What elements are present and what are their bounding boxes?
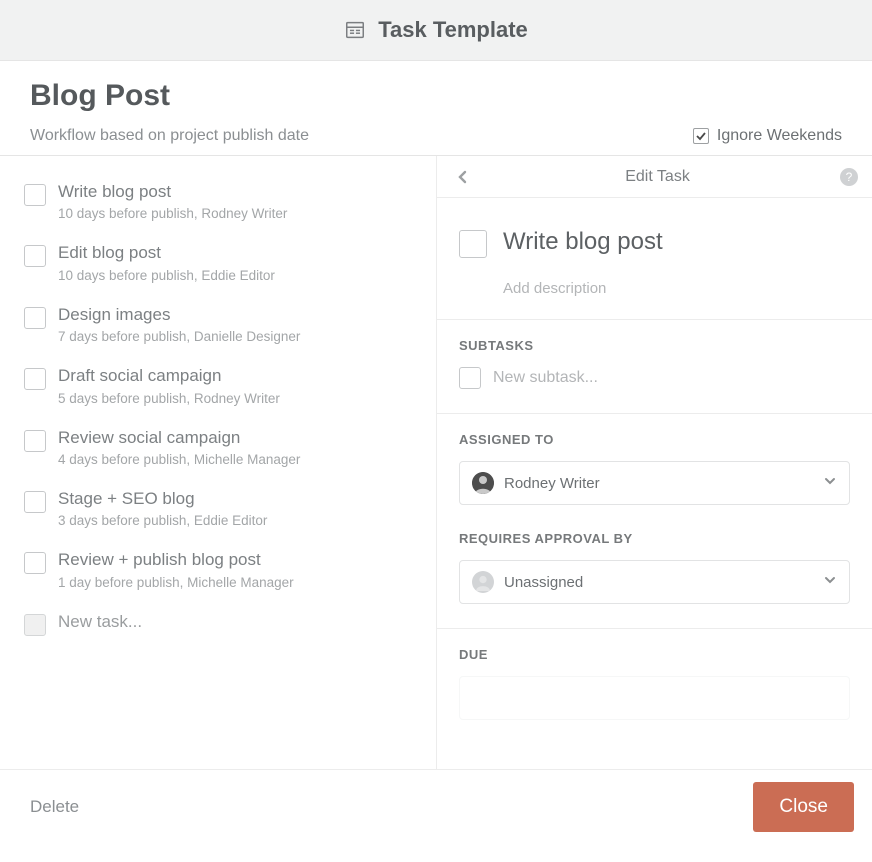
close-button[interactable]: Close	[753, 782, 854, 832]
task-checkbox[interactable]	[24, 491, 46, 513]
due-heading: DUE	[459, 647, 850, 662]
task-title[interactable]: Write blog post	[58, 182, 287, 202]
chevron-down-icon	[823, 474, 837, 493]
modal-footer: Delete Close	[0, 769, 872, 844]
assign-section: ASSIGNED TO Rodney Writer REQUIRES APPRO…	[437, 414, 872, 629]
task-checkbox[interactable]	[24, 245, 46, 267]
task-subtitle: 1 day before publish, Michelle Manager	[58, 575, 294, 590]
back-button[interactable]	[451, 165, 475, 189]
workarea: Write blog post 10 days before publish, …	[0, 155, 872, 769]
task-row[interactable]: Design images 7 days before publish, Dan…	[24, 297, 426, 358]
task-subtitle: 7 days before publish, Danielle Designer	[58, 329, 300, 344]
new-subtask-row[interactable]: New subtask...	[459, 367, 850, 389]
task-title[interactable]: Edit blog post	[58, 243, 275, 263]
assigned-to-heading: ASSIGNED TO	[459, 432, 850, 447]
subtasks-section: SUBTASKS New subtask...	[437, 320, 872, 414]
requires-approval-select[interactable]: Unassigned	[459, 560, 850, 604]
modal-topbar: Task Template	[0, 0, 872, 61]
template-icon	[344, 19, 366, 41]
new-subtask-placeholder[interactable]: New subtask...	[493, 369, 598, 387]
task-main-section: Write blog post Add description	[437, 198, 872, 320]
task-row[interactable]: Draft social campaign 5 days before publ…	[24, 358, 426, 419]
task-title[interactable]: Review social campaign	[58, 428, 300, 448]
new-task-placeholder[interactable]: New task...	[58, 612, 142, 632]
task-row[interactable]: Write blog post 10 days before publish, …	[24, 174, 426, 235]
task-checkbox[interactable]	[24, 430, 46, 452]
task-checkbox[interactable]	[24, 307, 46, 329]
task-subtitle: 10 days before publish, Eddie Editor	[58, 268, 275, 283]
task-checkbox[interactable]	[24, 368, 46, 390]
assigned-to-select[interactable]: Rodney Writer	[459, 461, 850, 505]
due-section: DUE	[437, 629, 872, 744]
subtask-checkbox	[459, 367, 481, 389]
avatar	[472, 571, 494, 593]
ignore-weekends-toggle[interactable]: Ignore Weekends	[693, 127, 842, 145]
requires-approval-name: Unassigned	[504, 574, 823, 591]
requires-approval-heading: REQUIRES APPROVAL BY	[459, 531, 850, 546]
task-title[interactable]: Review + publish blog post	[58, 550, 294, 570]
task-complete-checkbox[interactable]	[459, 230, 487, 258]
edit-task-panel[interactable]: Edit Task ? Write blog post Add descript…	[436, 156, 872, 769]
modal-title: Task Template	[378, 17, 528, 43]
task-row[interactable]: Stage + SEO blog 3 days before publish, …	[24, 481, 426, 542]
task-subtitle: 5 days before publish, Rodney Writer	[58, 391, 280, 406]
task-checkbox[interactable]	[24, 552, 46, 574]
task-subtitle: 10 days before publish, Rodney Writer	[58, 206, 287, 221]
edit-task-header-label: Edit Task	[485, 168, 830, 186]
task-description-field[interactable]: Add description	[503, 280, 850, 297]
task-title[interactable]: Stage + SEO blog	[58, 489, 267, 509]
ignore-weekends-checkbox[interactable]	[693, 128, 709, 144]
template-subtitle: Workflow based on project publish date	[30, 127, 309, 145]
task-row[interactable]: Review + publish blog post 1 day before …	[24, 542, 426, 603]
task-subtitle: 4 days before publish, Michelle Manager	[58, 452, 300, 467]
assigned-to-name: Rodney Writer	[504, 475, 823, 492]
task-checkbox	[24, 614, 46, 636]
help-icon[interactable]: ?	[840, 168, 858, 186]
template-name[interactable]: Blog Post	[30, 79, 842, 113]
due-select[interactable]	[459, 676, 850, 720]
avatar	[472, 472, 494, 494]
new-task-row[interactable]: New task...	[24, 604, 426, 650]
delete-button[interactable]: Delete	[30, 797, 79, 817]
subtasks-heading: SUBTASKS	[459, 338, 850, 353]
task-title-field[interactable]: Write blog post	[503, 228, 663, 256]
task-title[interactable]: Design images	[58, 305, 300, 325]
task-checkbox[interactable]	[24, 184, 46, 206]
task-list-panel[interactable]: Write blog post 10 days before publish, …	[0, 156, 436, 769]
ignore-weekends-label: Ignore Weekends	[717, 127, 842, 145]
template-header: Blog Post Workflow based on project publ…	[0, 61, 872, 155]
task-row[interactable]: Review social campaign 4 days before pub…	[24, 420, 426, 481]
edit-task-header: Edit Task ?	[437, 156, 872, 198]
chevron-down-icon	[823, 573, 837, 592]
task-title[interactable]: Draft social campaign	[58, 366, 280, 386]
task-row[interactable]: Edit blog post 10 days before publish, E…	[24, 235, 426, 296]
task-subtitle: 3 days before publish, Eddie Editor	[58, 513, 267, 528]
